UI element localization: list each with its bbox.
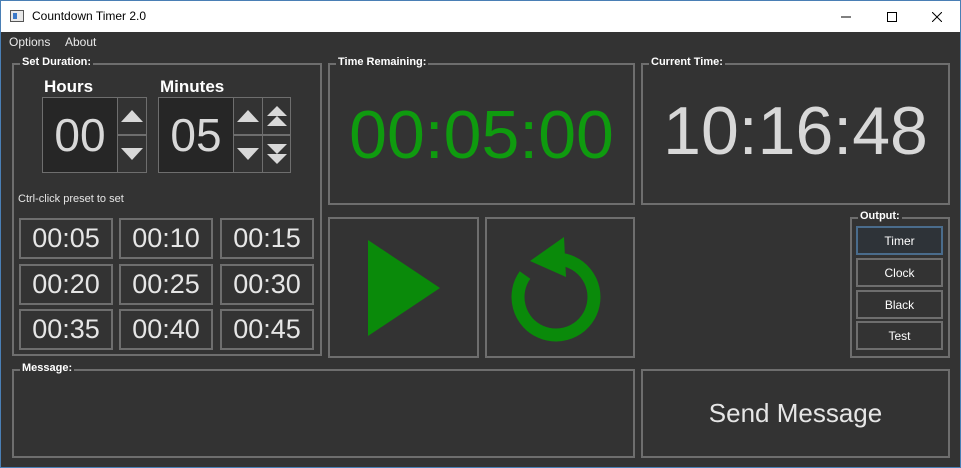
- minutes-fast-down-button[interactable]: [262, 135, 291, 173]
- start-button[interactable]: [328, 217, 479, 358]
- reset-button[interactable]: [485, 217, 635, 358]
- current-time-label: Current Time:: [649, 56, 725, 68]
- message-label: Message:: [20, 362, 75, 374]
- window-title: Countdown Timer 2.0: [32, 9, 147, 23]
- title-bar[interactable]: Countdown Timer 2.0: [1, 1, 960, 32]
- arrow-up-icon: [237, 110, 259, 122]
- preset-button[interactable]: 00:20: [19, 264, 113, 305]
- double-arrow-down-icon: [266, 144, 287, 164]
- hours-up-button[interactable]: [117, 97, 147, 135]
- close-button[interactable]: [914, 1, 960, 32]
- preset-button[interactable]: 00:15: [220, 218, 314, 259]
- output-label: Output:: [858, 210, 902, 222]
- current-time-display: 10:16:48: [663, 93, 928, 169]
- time-remaining-label: Time Remaining:: [336, 56, 429, 68]
- preset-button[interactable]: 00:05: [19, 218, 113, 259]
- preset-button[interactable]: 00:30: [220, 264, 314, 305]
- message-group[interactable]: Message:: [12, 362, 635, 458]
- preset-button[interactable]: 00:25: [119, 264, 213, 305]
- hours-label: Hours: [44, 77, 94, 96]
- minutes-fast-up-button[interactable]: [262, 97, 291, 135]
- time-remaining-display: 00:05:00: [349, 97, 614, 173]
- app-window: Countdown Timer 2.0 Options About Set Du…: [0, 0, 961, 468]
- preset-button[interactable]: 00:45: [220, 309, 314, 350]
- send-message-button[interactable]: Send Message: [641, 369, 950, 458]
- preset-button[interactable]: 00:35: [19, 309, 113, 350]
- arrow-up-icon: [121, 110, 143, 122]
- minimize-button[interactable]: [823, 1, 869, 32]
- minutes-value[interactable]: 05: [158, 97, 234, 173]
- arrow-down-icon: [237, 148, 259, 160]
- preset-button[interactable]: 00:40: [119, 309, 213, 350]
- preset-hint: Ctrl-click preset to set: [18, 193, 124, 205]
- maximize-button[interactable]: [869, 1, 915, 32]
- menu-about[interactable]: About: [65, 35, 96, 49]
- output-black-button[interactable]: Black: [856, 290, 943, 319]
- play-icon: [367, 239, 440, 336]
- close-icon: [932, 11, 942, 22]
- set-duration-label: Set Duration:: [20, 56, 94, 68]
- reset-icon: [511, 236, 601, 341]
- minimize-icon: [841, 16, 851, 17]
- double-arrow-up-icon: [266, 106, 287, 126]
- hours-down-button[interactable]: [117, 135, 147, 173]
- minutes-label: Minutes: [160, 77, 225, 96]
- app-icon: [10, 10, 24, 22]
- preset-button[interactable]: 00:10: [119, 218, 213, 259]
- output-test-button[interactable]: Test: [856, 321, 943, 350]
- minutes-down-button[interactable]: [233, 135, 263, 173]
- menu-options[interactable]: Options: [9, 35, 50, 49]
- maximize-icon: [887, 11, 897, 22]
- minutes-up-button[interactable]: [233, 97, 263, 135]
- output-timer-button[interactable]: Timer: [856, 226, 943, 255]
- menu-bar: Options About: [1, 32, 960, 52]
- output-clock-button[interactable]: Clock: [856, 258, 943, 287]
- arrow-down-icon: [121, 148, 143, 160]
- hours-value[interactable]: 00: [42, 97, 118, 173]
